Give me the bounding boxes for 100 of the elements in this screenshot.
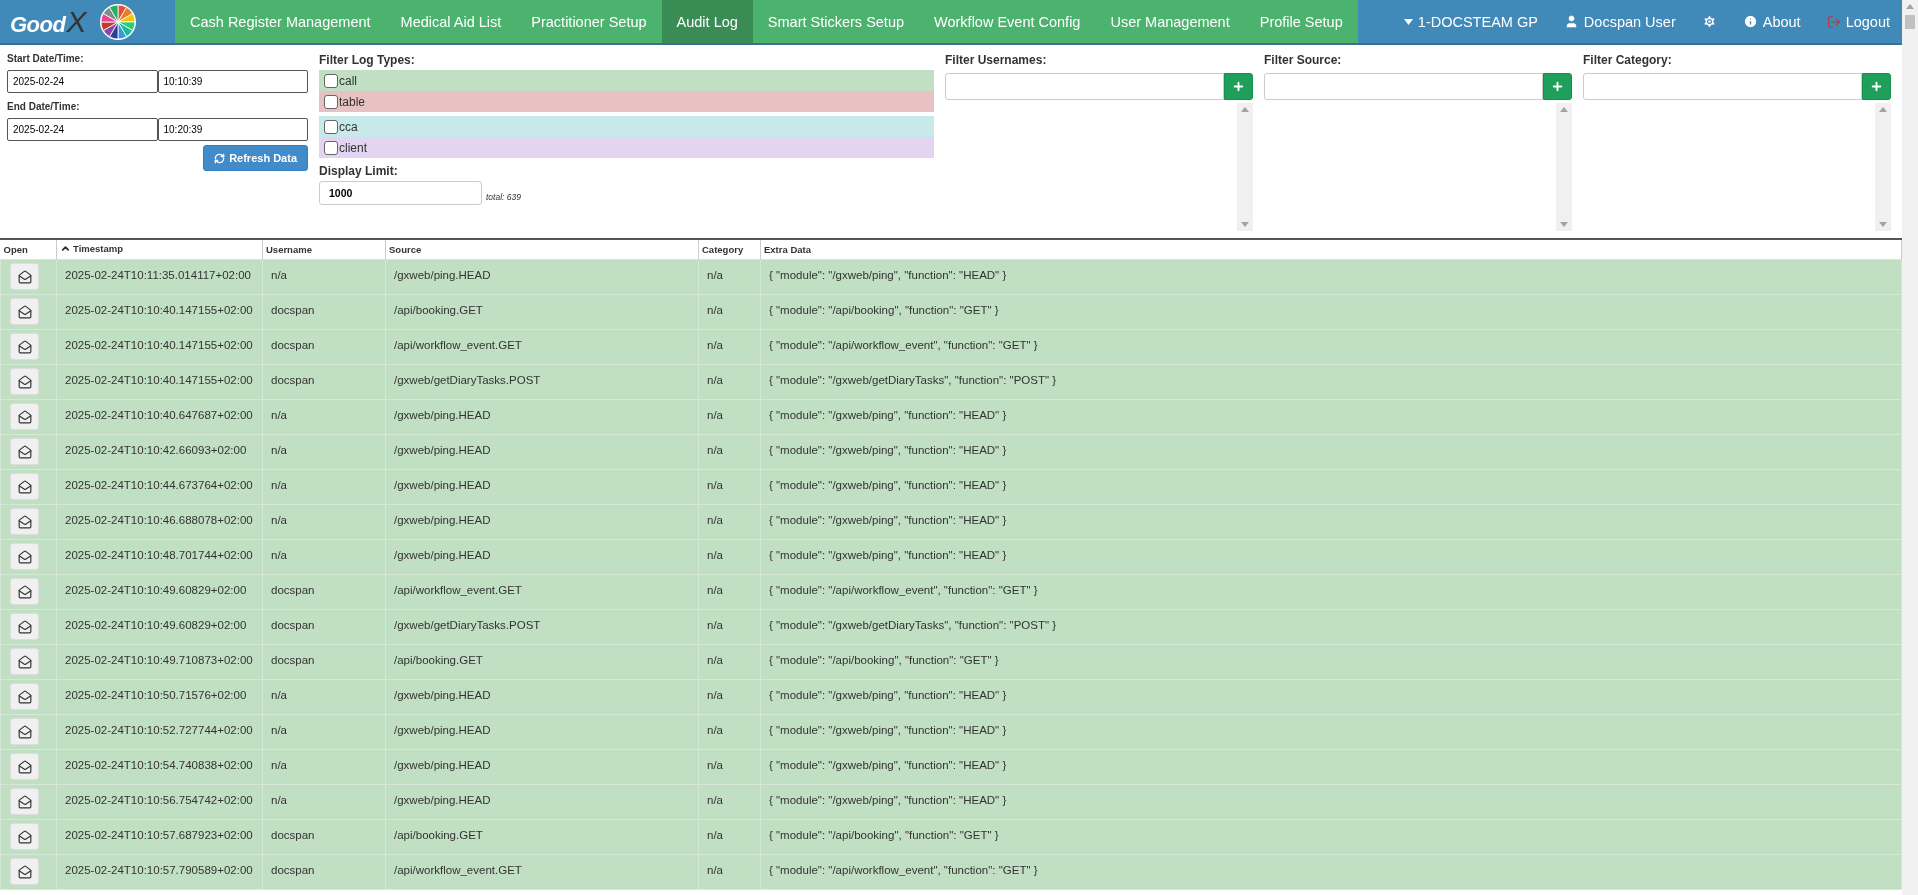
checkbox[interactable] (324, 73, 338, 88)
envelope-icon (17, 409, 32, 424)
sort-up-icon (60, 243, 71, 254)
open-button[interactable] (10, 578, 39, 605)
open-button[interactable] (10, 263, 39, 290)
table-cell: n/a (707, 689, 723, 701)
table-cell: n/a (707, 549, 723, 561)
table-cell: { "module": "/gxweb/ping", "function": "HEAD" } (769, 724, 1007, 736)
open-button[interactable] (10, 508, 39, 535)
start-time-field[interactable]: 10:10:39 (157, 70, 308, 93)
envelope-icon (17, 444, 32, 459)
open-button[interactable] (10, 403, 39, 430)
column-header[interactable]: Open (3, 244, 28, 255)
table-cell: /gxweb/ping.HEAD (394, 689, 491, 701)
envelope-icon (17, 584, 32, 599)
total-count: total: 639 (486, 192, 521, 204)
open-button[interactable] (10, 683, 39, 710)
add-button[interactable] (1543, 73, 1572, 100)
table-cell: n/a (271, 759, 287, 771)
table-cell: n/a (707, 444, 723, 456)
table-cell: n/a (707, 479, 723, 491)
log-type-option[interactable]: call (319, 70, 934, 91)
table-cell: /gxweb/ping.HEAD (394, 759, 491, 771)
column-header[interactable]: Category (702, 244, 744, 255)
filter-field[interactable] (1264, 73, 1543, 100)
table-cell: { "module": "/api/booking", "function": "GET" } (769, 654, 999, 666)
table-cell: { "module": "/gxweb/ping", "function": "HEAD" } (769, 409, 1007, 421)
open-button[interactable] (10, 718, 39, 745)
table-cell: /api/workflow_event.GET (394, 864, 522, 876)
table-cell: /gxweb/ping.HEAD (394, 724, 491, 736)
open-button[interactable] (10, 823, 39, 850)
checkbox[interactable] (324, 140, 338, 155)
table-cell: 2025-02-24T10:10:40.147155+02:00 (65, 304, 253, 316)
table-cell: n/a (271, 689, 287, 701)
column-header[interactable]: Timestamp (60, 243, 123, 254)
field-label: Filter Category: (1583, 53, 1673, 67)
field-label: End Date/Time: (7, 101, 81, 112)
filter-field[interactable] (945, 73, 1224, 100)
table-cell: /api/booking.GET (394, 829, 483, 841)
envelope-icon (17, 304, 32, 319)
open-button[interactable] (10, 438, 39, 465)
nav-link[interactable]: About (1742, 13, 1801, 30)
open-button[interactable] (10, 473, 39, 500)
open-button[interactable] (10, 648, 39, 675)
end-time-field[interactable]: 10:20:39 (157, 118, 308, 141)
table-cell: n/a (271, 409, 287, 421)
refresh-button[interactable]: Refresh Data (203, 145, 308, 171)
open-button[interactable] (10, 368, 39, 395)
plus-icon (1551, 80, 1564, 93)
table-cell: n/a (707, 794, 723, 806)
color-wheel-logo (100, 3, 137, 40)
start-date-field[interactable]: 2025-02-24 (7, 70, 158, 93)
nav-link[interactable]: 1-DOCSTEAM GP (1403, 13, 1538, 30)
log-type-option[interactable]: client (319, 137, 934, 158)
table-cell: n/a (707, 584, 723, 596)
nav-link[interactable]: Docspan User (1563, 13, 1676, 30)
page-scrollbar[interactable] (1902, 0, 1918, 895)
table-cell: docspan (271, 339, 315, 351)
table-cell: /gxweb/ping.HEAD (394, 549, 491, 561)
display-limit-field[interactable]: 1000 (319, 181, 482, 205)
nav-tab[interactable]: Audit Log (661, 0, 753, 43)
add-button[interactable] (1862, 73, 1891, 100)
envelope-icon (17, 759, 32, 774)
table-cell: { "module": "/gxweb/ping", "function": "HEAD" } (769, 689, 1007, 701)
log-type-option[interactable]: table (319, 91, 934, 112)
checkbox[interactable] (324, 94, 338, 109)
table-cell: { "module": "/gxweb/ping", "function": "HEAD" } (769, 549, 1007, 561)
add-button[interactable] (1224, 73, 1253, 100)
open-button[interactable] (10, 333, 39, 360)
open-button[interactable] (10, 788, 39, 815)
table-cell: 2025-02-24T10:11:35.014117+02:00 (65, 269, 251, 281)
table-cell: { "module": "/gxweb/ping", "function": "HEAD" } (769, 759, 1007, 771)
envelope-icon (17, 619, 32, 634)
settings-button[interactable] (1701, 14, 1717, 29)
table-cell: { "module": "/api/workflow_event", "function": "GET" } (769, 339, 1038, 351)
table-cell: n/a (707, 864, 723, 876)
column-header[interactable]: Source (389, 244, 422, 255)
envelope-icon (17, 339, 32, 354)
nav-link[interactable]: Logout (1826, 13, 1890, 30)
filter-field[interactable] (1583, 73, 1862, 100)
envelope-icon (17, 654, 32, 669)
open-button[interactable] (10, 543, 39, 570)
table-cell: { "module": "/api/booking", "function": "GET" } (769, 304, 999, 316)
column-header[interactable]: Extra Data (764, 244, 811, 255)
open-button[interactable] (10, 613, 39, 640)
log-type-option[interactable]: cca (319, 116, 934, 137)
end-date-field[interactable]: 2025-02-24 (7, 118, 158, 141)
table-cell: n/a (707, 409, 723, 421)
table-cell: /gxweb/ping.HEAD (394, 514, 491, 526)
table-cell: 2025-02-24T10:10:54.740838+02:00 (65, 759, 253, 771)
open-button[interactable] (10, 858, 39, 885)
open-button[interactable] (10, 753, 39, 780)
scrollbar-thumb[interactable] (1905, 15, 1915, 29)
open-button[interactable] (10, 298, 39, 325)
column-header[interactable]: Username (266, 244, 312, 255)
table-cell: n/a (707, 724, 723, 736)
table-cell: n/a (271, 479, 287, 491)
checkbox[interactable] (324, 119, 338, 134)
envelope-icon (17, 479, 32, 494)
table-cell: docspan (271, 864, 315, 876)
